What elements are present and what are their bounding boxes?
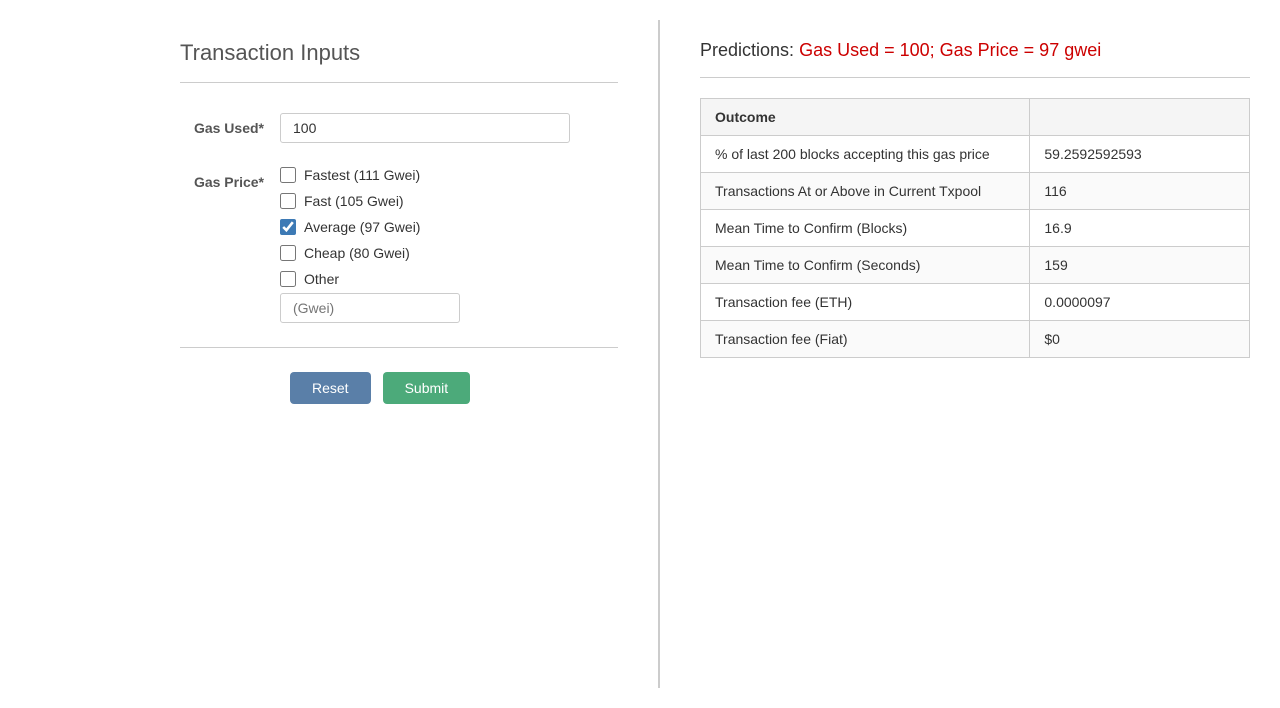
table-header-value bbox=[1030, 99, 1250, 136]
gas-used-group: Gas Used* bbox=[180, 113, 618, 143]
table-cell-value: 116 bbox=[1030, 173, 1250, 210]
gas-used-input[interactable] bbox=[280, 113, 570, 143]
table-row: Mean Time to Confirm (Seconds)159 bbox=[701, 247, 1250, 284]
checkbox-label-average: Average (97 Gwei) bbox=[304, 219, 420, 235]
bottom-divider bbox=[180, 347, 618, 348]
predictions-values: Gas Used = 100; Gas Price = 97 gwei bbox=[799, 40, 1101, 60]
table-cell-value: 0.0000097 bbox=[1030, 284, 1250, 321]
table-row: % of last 200 blocks accepting this gas … bbox=[701, 136, 1250, 173]
right-panel: Predictions: Gas Used = 100; Gas Price =… bbox=[660, 20, 1280, 688]
table-cell-value: $0 bbox=[1030, 321, 1250, 358]
table-row: Transaction fee (ETH)0.0000097 bbox=[701, 284, 1250, 321]
table-cell-outcome: % of last 200 blocks accepting this gas … bbox=[701, 136, 1030, 173]
gas-price-label: Gas Price* bbox=[180, 167, 280, 193]
table-cell-value: 59.2592592593 bbox=[1030, 136, 1250, 173]
checkbox-average[interactable] bbox=[280, 219, 296, 235]
left-panel: Transaction Inputs Gas Used* Gas Price* … bbox=[0, 20, 660, 688]
submit-button[interactable]: Submit bbox=[383, 372, 471, 404]
table-cell-outcome: Transaction fee (ETH) bbox=[701, 284, 1030, 321]
table-cell-outcome: Transaction fee (Fiat) bbox=[701, 321, 1030, 358]
gas-used-control bbox=[280, 113, 618, 143]
table-header-row: Outcome bbox=[701, 99, 1250, 136]
other-gwei-input[interactable] bbox=[280, 293, 460, 323]
section-title: Transaction Inputs bbox=[180, 40, 618, 66]
table-cell-value: 16.9 bbox=[1030, 210, 1250, 247]
predictions-prefix: Predictions: bbox=[700, 40, 794, 60]
checkbox-label-fastest: Fastest (111 Gwei) bbox=[304, 167, 420, 183]
checkbox-cheap[interactable] bbox=[280, 245, 296, 261]
checkbox-fastest[interactable] bbox=[280, 167, 296, 183]
predictions-title: Predictions: Gas Used = 100; Gas Price =… bbox=[700, 40, 1250, 61]
table-row: Transaction fee (Fiat)$0 bbox=[701, 321, 1250, 358]
table-cell-outcome: Mean Time to Confirm (Seconds) bbox=[701, 247, 1030, 284]
checkbox-label-fast: Fast (105 Gwei) bbox=[304, 193, 404, 209]
table-cell-value: 159 bbox=[1030, 247, 1250, 284]
title-divider bbox=[180, 82, 618, 83]
predictions-divider bbox=[700, 77, 1250, 78]
checkbox-label-other: Other bbox=[304, 271, 339, 287]
checkbox-item-other[interactable]: Other bbox=[280, 271, 618, 287]
checkbox-item-fast[interactable]: Fast (105 Gwei) bbox=[280, 193, 618, 209]
table-cell-outcome: Transactions At or Above in Current Txpo… bbox=[701, 173, 1030, 210]
table-row: Mean Time to Confirm (Blocks)16.9 bbox=[701, 210, 1250, 247]
checkbox-label-cheap: Cheap (80 Gwei) bbox=[304, 245, 410, 261]
results-tbody: % of last 200 blocks accepting this gas … bbox=[701, 136, 1250, 358]
button-group: Reset Submit bbox=[180, 372, 618, 404]
gas-price-control: Fastest (111 Gwei) Fast (105 Gwei) Average… bbox=[280, 167, 618, 323]
checkbox-item-cheap[interactable]: Cheap (80 Gwei) bbox=[280, 245, 618, 261]
table-cell-outcome: Mean Time to Confirm (Blocks) bbox=[701, 210, 1030, 247]
table-row: Transactions At or Above in Current Txpo… bbox=[701, 173, 1250, 210]
gas-used-label: Gas Used* bbox=[180, 113, 280, 139]
checkbox-item-fastest[interactable]: Fastest (111 Gwei) bbox=[280, 167, 618, 183]
results-table: Outcome % of last 200 blocks accepting t… bbox=[700, 98, 1250, 358]
reset-button[interactable]: Reset bbox=[290, 372, 371, 404]
checkbox-fast[interactable] bbox=[280, 193, 296, 209]
checkbox-item-average[interactable]: Average (97 Gwei) bbox=[280, 219, 618, 235]
table-header-outcome: Outcome bbox=[701, 99, 1030, 136]
gas-price-group: Gas Price* Fastest (111 Gwei) Fast (105 G… bbox=[180, 167, 618, 323]
checkbox-other[interactable] bbox=[280, 271, 296, 287]
gas-price-checkboxes: Fastest (111 Gwei) Fast (105 Gwei) Average… bbox=[280, 167, 618, 287]
